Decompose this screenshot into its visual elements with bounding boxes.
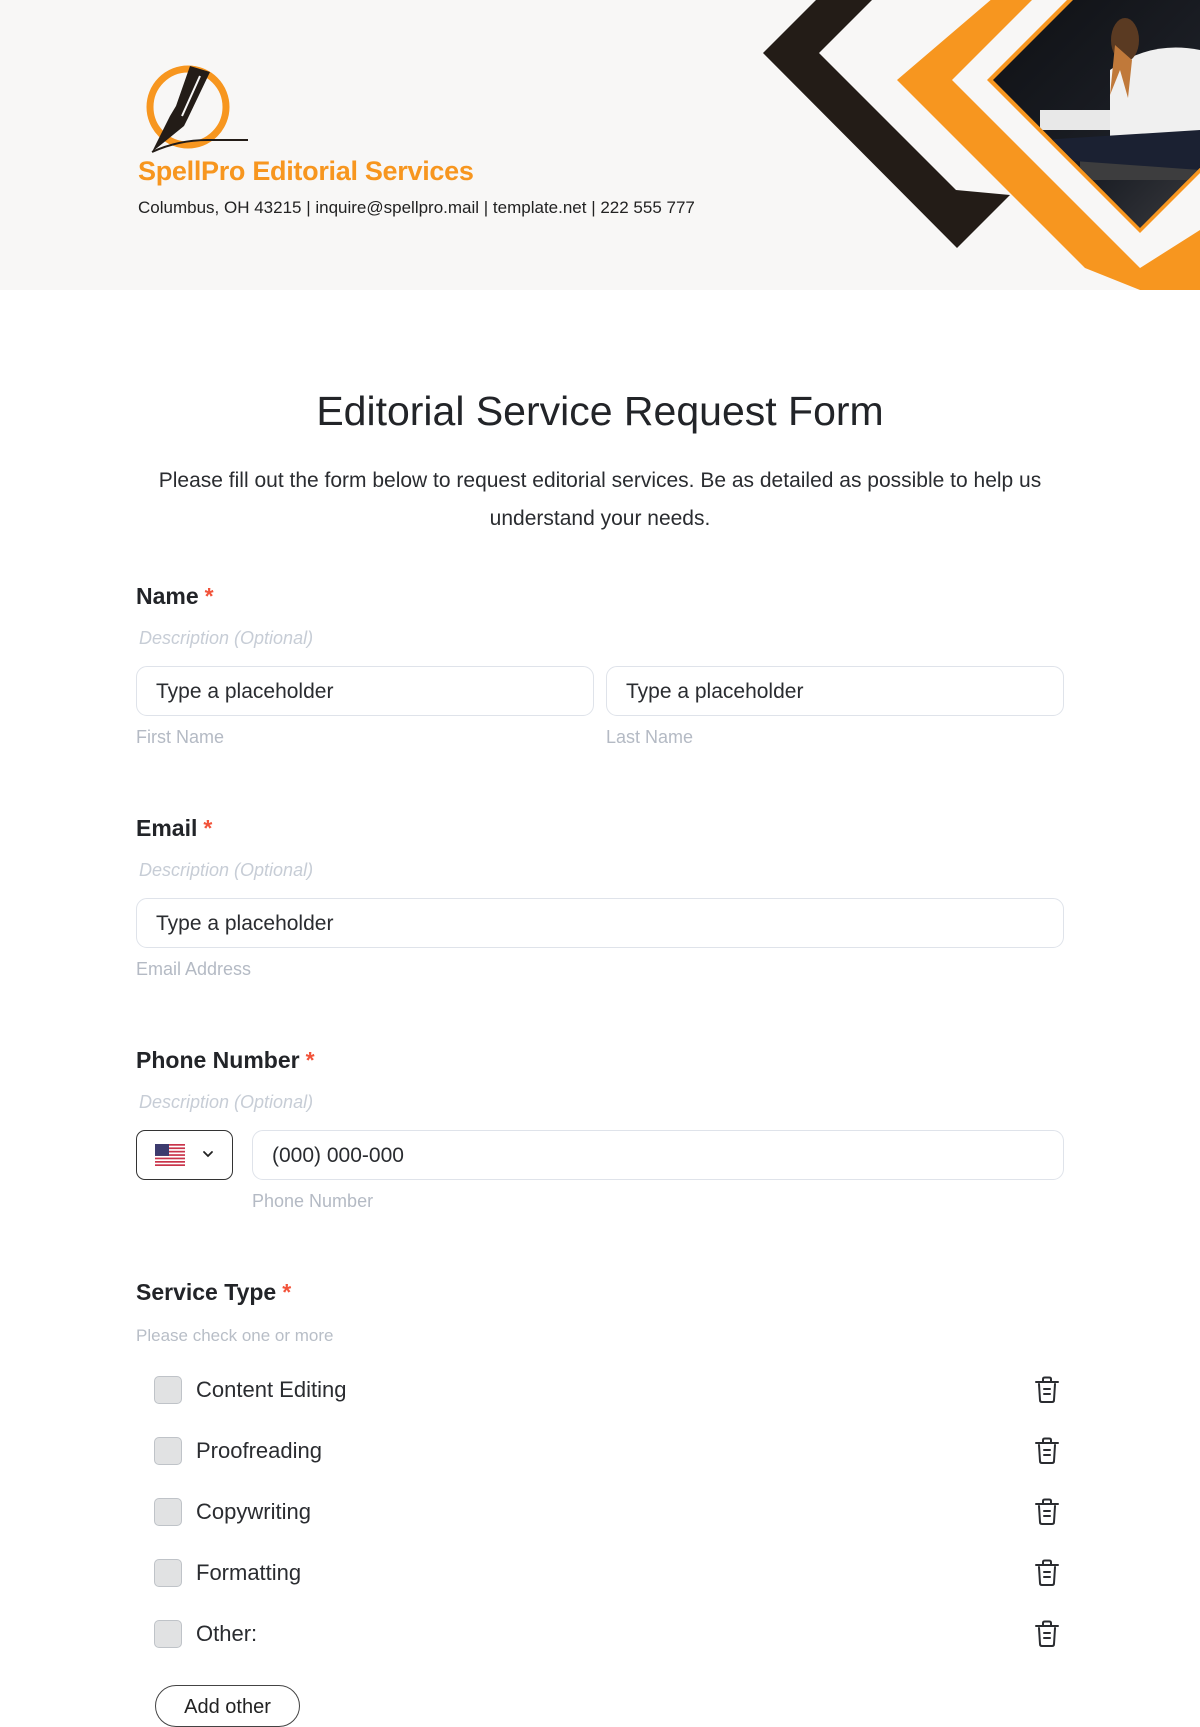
option-label: Content Editing — [196, 1377, 347, 1402]
service-option-formatting: Formatting — [154, 1555, 1060, 1591]
service-option-copywriting: Copywriting — [154, 1494, 1060, 1530]
email-description: Description (Optional) — [139, 860, 314, 880]
service-type-label: Service Type * — [136, 1279, 292, 1305]
form-title: Editorial Service Request Form — [316, 388, 884, 434]
last-name-input[interactable]: Type a placeholder — [606, 666, 1064, 716]
add-other-button[interactable]: Add other — [155, 1685, 300, 1727]
company-name: SpellPro Editorial Services — [138, 156, 474, 186]
service-option-content-editing: Content Editing — [154, 1372, 1060, 1408]
email-input[interactable]: Type a placeholder — [136, 898, 1064, 948]
option-label: Formatting — [196, 1560, 302, 1585]
email-sublabel: Email Address — [136, 959, 252, 979]
checkbox[interactable] — [154, 1376, 182, 1404]
service-option-other: Other: — [154, 1616, 1060, 1652]
option-label: Proofreading — [196, 1438, 322, 1463]
company-logo-icon — [146, 65, 248, 153]
checkbox[interactable] — [154, 1437, 182, 1465]
trash-icon[interactable] — [1034, 1620, 1060, 1648]
name-label: Name * — [136, 583, 214, 609]
us-flag-icon — [155, 1144, 185, 1166]
checkbox[interactable] — [154, 1559, 182, 1587]
name-description: Description (Optional) — [139, 628, 314, 648]
required-marker: * — [204, 583, 214, 609]
first-name-input[interactable]: Type a placeholder — [136, 666, 594, 716]
required-marker: * — [203, 815, 213, 841]
trash-icon[interactable] — [1034, 1498, 1060, 1526]
form-intro: Please fill out the form below to reques… — [158, 469, 1042, 530]
option-label: Other: — [196, 1621, 258, 1646]
first-name-sublabel: First Name — [136, 727, 225, 747]
chevron-down-icon — [203, 1151, 213, 1158]
phone-description: Description (Optional) — [139, 1092, 314, 1112]
service-type-hint: Please check one or more — [136, 1326, 334, 1345]
service-option-proofreading: Proofreading — [154, 1433, 1060, 1469]
phone-label: Phone Number * — [136, 1047, 315, 1073]
required-marker: * — [282, 1279, 292, 1305]
phone-sublabel: Phone Number — [252, 1191, 374, 1211]
required-marker: * — [305, 1047, 315, 1073]
contact-info: Columbus, OH 43215 | inquire@spellpro.ma… — [138, 198, 695, 217]
trash-icon[interactable] — [1034, 1559, 1060, 1587]
country-code-select[interactable] — [136, 1130, 233, 1180]
email-label: Email * — [136, 815, 213, 841]
trash-icon[interactable] — [1034, 1376, 1060, 1404]
checkbox[interactable] — [154, 1620, 182, 1648]
header-banner: SpellPro Editorial Services Columbus, OH… — [0, 0, 1200, 290]
last-name-sublabel: Last Name — [606, 727, 694, 747]
option-label: Copywriting — [196, 1499, 311, 1524]
checkbox[interactable] — [154, 1498, 182, 1526]
trash-icon[interactable] — [1034, 1437, 1060, 1465]
phone-input[interactable]: (000) 000-000 — [252, 1130, 1064, 1180]
